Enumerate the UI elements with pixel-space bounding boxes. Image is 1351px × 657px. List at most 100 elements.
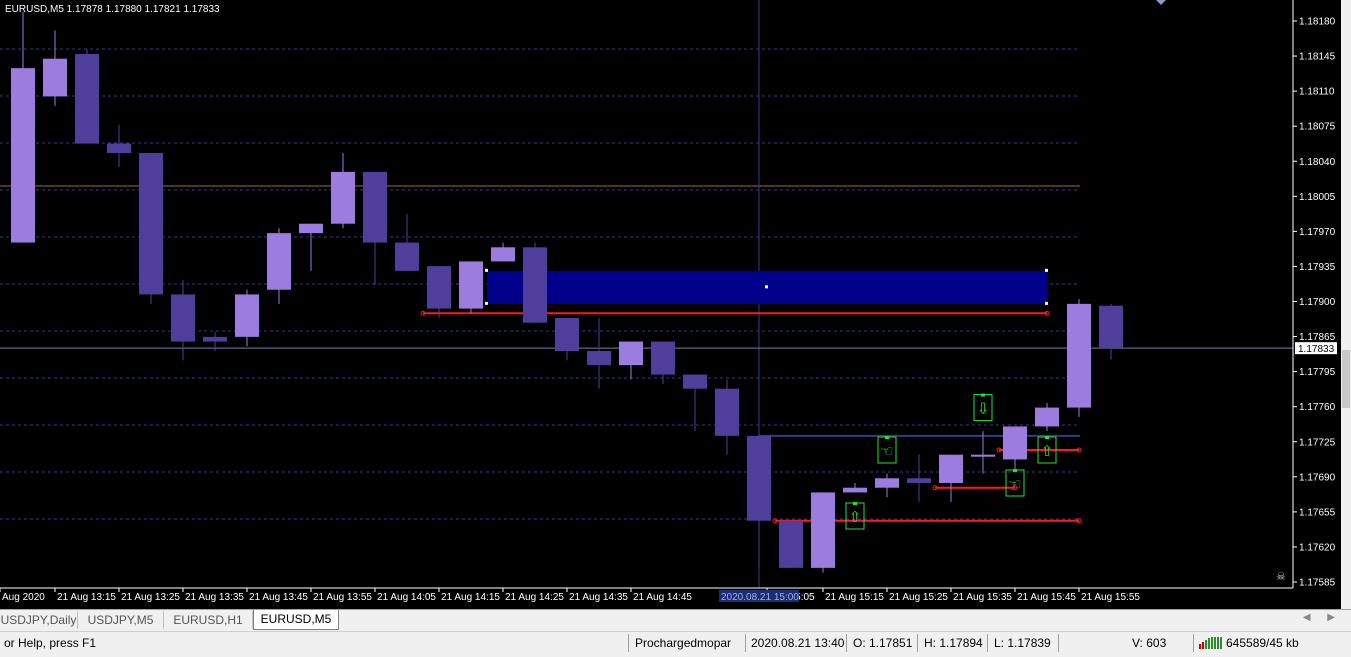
status-separator bbox=[628, 634, 629, 652]
candle-body bbox=[1099, 305, 1123, 349]
candle-body bbox=[811, 492, 835, 568]
status-separator bbox=[1058, 634, 1059, 652]
time-label: 21 Aug 14:45 bbox=[633, 592, 692, 603]
zone-handle[interactable] bbox=[1045, 268, 1048, 272]
tab-usdjpy-m5[interactable]: USDJPY,M5 bbox=[78, 611, 164, 629]
zone-handle[interactable] bbox=[765, 285, 768, 289]
candle-body bbox=[1003, 426, 1027, 460]
candle-body bbox=[907, 478, 931, 483]
time-label: 21 Aug 13:55 bbox=[313, 592, 372, 603]
candle-body bbox=[683, 374, 707, 389]
chart-window[interactable]: ⇧ ☜ ⇩ ☜ ⇧ 1.18180 1.18145 1.18110 1.18075 1.1804… bbox=[0, 0, 1351, 609]
time-label: 21 Aug 15:55 bbox=[1081, 592, 1140, 603]
skull-icon: ☠ bbox=[1276, 570, 1286, 583]
zone-handle[interactable] bbox=[485, 268, 488, 272]
price-label: 1.18005 bbox=[1299, 192, 1336, 203]
time-label: Aug 2020 bbox=[2, 592, 45, 603]
candle-body bbox=[555, 318, 579, 351]
signal-down-icon[interactable]: ⇩ bbox=[973, 393, 993, 422]
chart-tab-bar: USDJPY,Daily USDJPY,M5 EURUSD,H1 EURUSD,… bbox=[0, 609, 1351, 631]
signal-hand-icon[interactable]: ☜ bbox=[1005, 469, 1025, 497]
status-separator bbox=[917, 634, 918, 652]
candle-body bbox=[235, 294, 259, 337]
time-label: 21 Aug 14:35 bbox=[569, 592, 628, 603]
supply-zone[interactable] bbox=[485, 268, 1048, 305]
candle-body bbox=[1067, 303, 1091, 408]
price-label: 1.17620 bbox=[1299, 542, 1336, 553]
status-high: H: 1.17894 bbox=[924, 636, 983, 650]
price-label: 1.18110 bbox=[1299, 87, 1335, 98]
status-separator bbox=[987, 634, 988, 652]
candle-body bbox=[427, 266, 451, 309]
candle-body bbox=[11, 68, 35, 243]
status-datetime: 2020.08.21 13:40 bbox=[751, 636, 845, 650]
time-label: 21 Aug 14:05 bbox=[377, 592, 436, 603]
signal-anchor bbox=[981, 393, 985, 397]
price-label: 1.17900 bbox=[1299, 297, 1336, 308]
time-label: 21 Aug 14:15 bbox=[441, 592, 500, 603]
price-label: 1.17655 bbox=[1299, 507, 1336, 518]
chart-shift-icon[interactable] bbox=[1156, 0, 1166, 5]
status-separator bbox=[1193, 634, 1194, 652]
candle-body bbox=[1035, 407, 1059, 427]
time-label: 21 Aug 15:15 bbox=[825, 592, 884, 603]
tab-eurusd-h1[interactable]: EURUSD,H1 bbox=[164, 611, 253, 629]
tab-eurusd-m5[interactable]: EURUSD,M5 bbox=[253, 610, 339, 630]
candle-body bbox=[459, 261, 483, 309]
price-chart[interactable]: ⇧ ☜ ⇩ ☜ ⇧ 1.18180 1.18145 1.18110 1.18075 1.1804… bbox=[0, 0, 1341, 609]
status-profile: Prochargedmopar bbox=[635, 636, 732, 650]
signal-anchor bbox=[1045, 436, 1049, 439]
candle-body bbox=[523, 247, 547, 323]
signal-up-icon[interactable]: ⇧ bbox=[845, 502, 865, 530]
status-low: L: 1.17839 bbox=[994, 636, 1051, 650]
candle-body bbox=[139, 153, 163, 295]
status-traffic: 645589/45 kb bbox=[1226, 636, 1299, 650]
signal-anchor bbox=[853, 502, 857, 505]
price-label: 1.17935 bbox=[1299, 262, 1336, 273]
candle-body bbox=[395, 242, 419, 271]
time-label: 21 Aug 14:25 bbox=[505, 592, 564, 603]
zone-handle[interactable] bbox=[485, 301, 488, 305]
candle-body bbox=[747, 435, 771, 521]
signal-glyph: ☜ bbox=[880, 442, 893, 460]
candle-body bbox=[651, 341, 675, 375]
candle-body bbox=[363, 171, 387, 243]
price-label: 1.17725 bbox=[1299, 437, 1336, 448]
scrollbar-thumb[interactable] bbox=[1342, 350, 1350, 408]
tab-scroll: ◀ ▶ bbox=[1289, 612, 1335, 623]
candle-body bbox=[203, 336, 227, 342]
status-separator bbox=[745, 634, 746, 652]
tab-scroll-left-icon[interactable]: ◀ bbox=[1303, 612, 1311, 623]
time-label: 21 Aug 13:45 bbox=[249, 592, 308, 603]
status-volume: V: 603 bbox=[1132, 636, 1167, 650]
zone-handle[interactable] bbox=[1045, 301, 1048, 305]
candle-body bbox=[939, 454, 963, 483]
candle-body bbox=[75, 54, 99, 144]
candle-body bbox=[779, 520, 803, 568]
tab-scroll-right-icon[interactable]: ▶ bbox=[1327, 612, 1335, 623]
signal-glyph: ⇧ bbox=[849, 508, 862, 526]
price-label: 1.17865 bbox=[1299, 332, 1336, 343]
crosshair-time-label: 2020.08.21 15:00 bbox=[721, 592, 799, 603]
candle-body bbox=[875, 478, 899, 488]
candle-body bbox=[587, 351, 611, 366]
price-label: 1.17970 bbox=[1299, 227, 1336, 238]
price-label: 1.18180 bbox=[1299, 17, 1336, 28]
vertical-scrollbar[interactable] bbox=[1341, 0, 1351, 609]
price-label: 1.18145 bbox=[1299, 52, 1336, 63]
candle-body bbox=[267, 233, 291, 290]
candle-body bbox=[299, 223, 323, 234]
signal-hand-icon[interactable]: ☜ bbox=[877, 436, 897, 464]
price-label: 1.18075 bbox=[1299, 122, 1336, 133]
signal-anchor bbox=[885, 436, 889, 439]
candle-body bbox=[331, 171, 355, 224]
tab-usdjpy-daily[interactable]: USDJPY,Daily bbox=[0, 611, 78, 629]
candle-body bbox=[43, 58, 67, 97]
candle-body bbox=[843, 487, 867, 493]
signal-glyph: ☜ bbox=[1008, 475, 1021, 493]
time-label: 21 Aug 15:25 bbox=[889, 592, 948, 603]
candle-body bbox=[619, 341, 643, 366]
price-label: 1.18040 bbox=[1299, 157, 1336, 168]
time-label: 21 Aug 15:45 bbox=[1017, 592, 1076, 603]
candle-body bbox=[491, 247, 515, 262]
